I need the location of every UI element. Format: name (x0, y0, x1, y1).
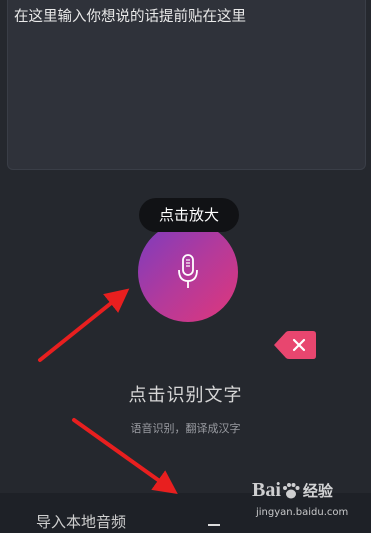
clear-text-button[interactable] (274, 331, 316, 359)
zoom-tooltip: 点击放大 (139, 198, 239, 232)
import-local-audio-button[interactable]: 导入本地音频 (36, 511, 126, 532)
recognize-text-label[interactable]: 点击识别文字 (0, 381, 371, 407)
microphone-button[interactable] (138, 222, 238, 322)
recognize-text-sublabel: 语音识别，翻译成汉字 (130, 422, 241, 435)
microphone-icon (178, 254, 198, 288)
tab-indicator (208, 524, 220, 526)
close-icon (274, 331, 316, 359)
annotation-arrow-to-mic (38, 288, 130, 362)
speech-to-text-screen: 点击放大 点击识别文字 语音识别，翻译成汉字 导入本地音频 (0, 0, 371, 533)
text-input-area[interactable] (7, 0, 366, 170)
speech-text-input[interactable] (14, 7, 359, 163)
